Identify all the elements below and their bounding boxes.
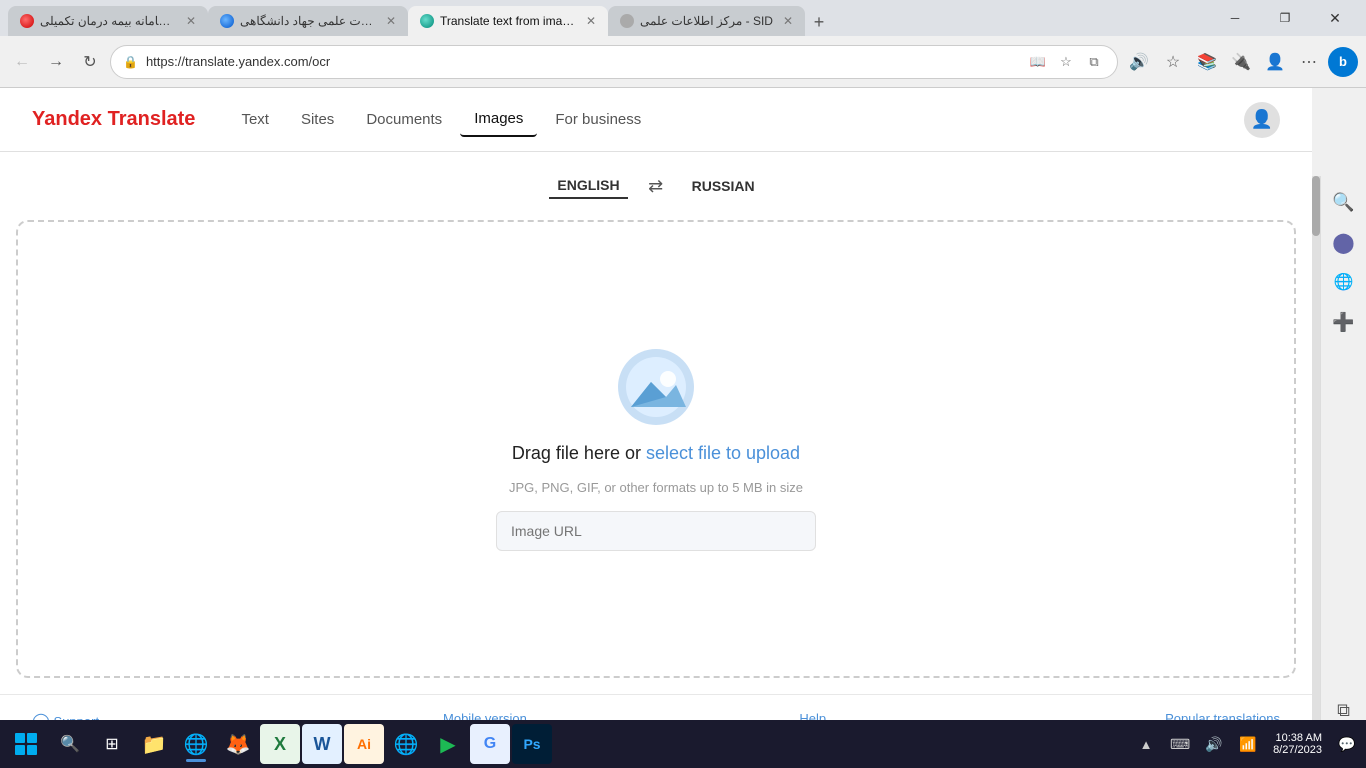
user-avatar[interactable]: 👤 [1244, 102, 1280, 138]
sidebar-outlook-icon[interactable]: 🌐 [1326, 264, 1362, 300]
nav-text[interactable]: Text [227, 103, 283, 136]
taskbar-search-button[interactable]: 🔍 [50, 724, 90, 764]
taskbar-system-tray[interactable]: ▲ [1131, 729, 1161, 759]
extensions-icon[interactable]: 🔌 [1226, 47, 1256, 77]
taskbar-right: ▲ ⌨ 🔊 📶 10:38 AM 8/27/2023 💬 [1131, 729, 1362, 759]
maximize-button[interactable]: ❐ [1262, 2, 1308, 34]
target-language-button[interactable]: RUSSIAN [684, 174, 763, 198]
tab-2-close[interactable]: ✕ [386, 14, 396, 28]
title-bar: سیناد - سامانه بیمه درمان تکمیلی ✕ اطلاع… [0, 0, 1366, 36]
taskbar-edge2[interactable]: 🌐 [386, 724, 426, 764]
nav-sites[interactable]: Sites [287, 103, 348, 136]
bing-copilot-button[interactable]: b [1328, 47, 1358, 77]
reader-icon[interactable]: 📖 [1027, 51, 1049, 73]
url-bar[interactable]: 🔒 https://translate.yandex.com/ocr 📖 ☆ ⧉ [110, 45, 1118, 79]
logo-andex: andex Translate [44, 108, 195, 130]
tab-2-title: اطلاعات علمی جهاد دانشگاهی | SID [240, 14, 376, 28]
yandex-translate-page: Yandex Translate Text Sites Documents Im… [0, 88, 1312, 768]
logo-y: Y [32, 108, 44, 130]
sidebar-add-icon[interactable]: ➕ [1326, 304, 1362, 340]
taskbar-date-value: 8/27/2023 [1273, 744, 1322, 756]
tab-2[interactable]: اطلاعات علمی جهاد دانشگاهی | SID ✕ [208, 6, 408, 36]
back-button[interactable]: ← [8, 48, 36, 76]
favorites-icon[interactable]: ☆ [1055, 51, 1077, 73]
file-drop-zone[interactable]: Drag file here or select file to upload … [16, 220, 1296, 678]
close-button[interactable]: ✕ [1312, 2, 1358, 34]
tab-3-title: Translate text from images and p... [440, 14, 576, 28]
header-right: 👤 [1244, 102, 1280, 138]
url-icons: 📖 ☆ ⧉ [1027, 51, 1105, 73]
main-nav: Text Sites Documents Images For business [227, 102, 655, 137]
drag-text: Drag file here or [512, 443, 646, 463]
tab-3[interactable]: Translate text from images and p... ✕ [408, 6, 608, 36]
tab-4-close[interactable]: ✕ [783, 14, 793, 28]
start-button[interactable] [4, 722, 48, 766]
tab-4-favicon [620, 14, 634, 28]
profile-icon[interactable]: 👤 [1260, 47, 1290, 77]
swap-languages-button[interactable]: ⇄ [640, 170, 672, 202]
image-url-input[interactable] [496, 511, 816, 551]
tab-4[interactable]: مرکز اطلاعات علمی - SID ✕ [608, 6, 805, 36]
taskbar-volume-icon[interactable]: 🔊 [1199, 729, 1229, 759]
more-options-icon[interactable]: ⋯ [1294, 47, 1324, 77]
taskbar-notification-icon[interactable]: 💬 [1332, 729, 1362, 759]
content-area: Yandex Translate Text Sites Documents Im… [0, 88, 1312, 768]
minimize-button[interactable]: ─ [1212, 2, 1258, 34]
windows-logo [4, 722, 48, 766]
taskbar-firefox[interactable]: 🦊 [218, 724, 258, 764]
language-switcher: ENGLISH ⇄ RUSSIAN [0, 152, 1312, 220]
tab-1-close[interactable]: ✕ [186, 14, 196, 28]
site-header: Yandex Translate Text Sites Documents Im… [0, 88, 1312, 152]
taskbar-photoshop[interactable]: Ps [512, 724, 552, 764]
taskbar-google[interactable]: G [470, 724, 510, 764]
tab-1-favicon [20, 14, 34, 28]
drop-text-container: Drag file here or select file to upload [512, 443, 800, 464]
scrollbar-thumb[interactable] [1312, 176, 1320, 236]
refresh-button[interactable]: ↻ [76, 48, 104, 76]
taskbar-time-value: 10:38 AM [1276, 732, 1322, 744]
source-language-button[interactable]: ENGLISH [549, 173, 627, 199]
security-icon: 🔒 [123, 55, 138, 69]
taskbar-file-explorer[interactable]: 📁 [134, 724, 174, 764]
url-text: https://translate.yandex.com/ocr [146, 54, 1019, 69]
browser-frame: سیناد - سامانه بیمه درمان تکمیلی ✕ اطلاع… [0, 0, 1366, 768]
taskbar-illustrator[interactable]: Ai [344, 724, 384, 764]
forward-button[interactable]: → [42, 48, 70, 76]
split-icon[interactable]: ⧉ [1083, 51, 1105, 73]
taskbar-clock[interactable]: 10:38 AM 8/27/2023 [1267, 732, 1328, 756]
nav-documents[interactable]: Documents [352, 103, 456, 136]
taskbar-media-player[interactable]: ▶ [428, 724, 468, 764]
window-controls: ─ ❐ ✕ [1212, 2, 1358, 34]
taskbar: 🔍 ⊞ 📁 🌐 🦊 X W Ai 🌐 ▶ G Ps ▲ ⌨ 🔊 📶 10:38 … [0, 720, 1366, 768]
sidebar-copilot-icon[interactable]: ⬤ [1326, 224, 1362, 260]
taskbar-word[interactable]: W [302, 724, 342, 764]
nav-for-business[interactable]: For business [541, 103, 655, 136]
taskbar-task-view-button[interactable]: ⊞ [92, 724, 132, 764]
site-logo: Yandex Translate [32, 108, 195, 131]
address-bar: ← → ↻ 🔒 https://translate.yandex.com/ocr… [0, 36, 1366, 88]
sidebar-search-icon[interactable]: 🔍 [1326, 184, 1362, 220]
taskbar-excel[interactable]: X [260, 724, 300, 764]
toolbar-right: 🔊 ☆ 📚 🔌 👤 ⋯ b [1124, 47, 1358, 77]
tab-2-favicon [220, 14, 234, 28]
tab-3-favicon [420, 14, 434, 28]
taskbar-edge[interactable]: 🌐 [176, 724, 216, 764]
tab-bar: سیناد - سامانه بیمه درمان تکمیلی ✕ اطلاع… [8, 0, 1208, 36]
select-file-link[interactable]: select file to upload [646, 443, 800, 463]
new-tab-button[interactable]: + [805, 8, 833, 36]
read-aloud-icon[interactable]: 🔊 [1124, 47, 1154, 77]
page-scrollbar[interactable] [1312, 176, 1320, 768]
tab-4-title: مرکز اطلاعات علمی - SID [640, 14, 773, 28]
collections-icon[interactable]: 📚 [1192, 47, 1222, 77]
tab-3-close[interactable]: ✕ [586, 14, 596, 28]
tab-1[interactable]: سیناد - سامانه بیمه درمان تکمیلی ✕ [8, 6, 208, 36]
favorites-toolbar-icon[interactable]: ☆ [1158, 47, 1188, 77]
taskbar-network-icon[interactable]: 📶 [1233, 729, 1263, 759]
nav-images[interactable]: Images [460, 102, 537, 137]
tab-1-title: سیناد - سامانه بیمه درمان تکمیلی [40, 14, 176, 28]
taskbar-keyboard-icon[interactable]: ⌨ [1165, 729, 1195, 759]
upload-image-icon [616, 347, 696, 427]
browser-sidebar: 🔍 ⬤ 🌐 ➕ ⧉ ↗ ⚙️ [1320, 176, 1366, 768]
file-format-hint: JPG, PNG, GIF, or other formats up to 5 … [509, 480, 803, 495]
